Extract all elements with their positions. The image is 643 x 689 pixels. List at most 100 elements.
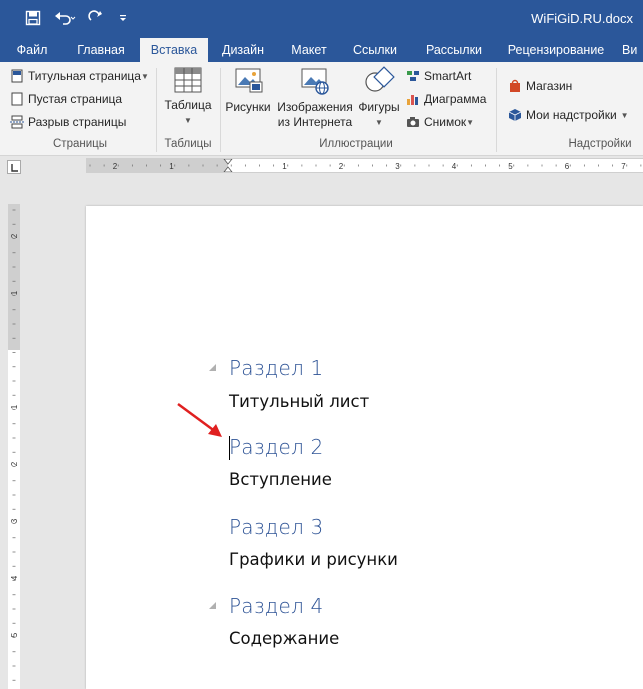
ruler-number: 2 <box>10 233 19 238</box>
shapes-icon <box>365 66 395 92</box>
group-label-pages: Страницы <box>53 138 107 150</box>
document-page[interactable]: Раздел 1 Титульный лист Раздел 2 Вступле… <box>86 206 643 689</box>
page-break-label: Разрыв страницы <box>28 115 127 129</box>
ruler-number: 2 <box>339 162 344 171</box>
store-label: Магазин <box>526 79 573 93</box>
tab-stop-selector[interactable] <box>7 160 21 174</box>
smartart-icon <box>407 71 419 81</box>
blank-page-label: Пустая страница <box>28 92 123 106</box>
ruler-number: 4 <box>10 575 19 580</box>
store-button[interactable]: Магазин <box>508 76 572 96</box>
tab-home[interactable]: Главная <box>66 38 136 62</box>
ruler-number: 1 <box>10 404 19 409</box>
chart-icon <box>407 95 418 105</box>
ribbon: Титульная страница ▼ Пустая страница Раз… <box>0 62 643 156</box>
store-icon <box>510 79 520 92</box>
page-break-button[interactable]: Разрыв страницы <box>10 112 126 132</box>
group-separator <box>156 68 157 152</box>
group-label-illustrations: Иллюстрации <box>319 138 393 150</box>
group-label-tables: Таблицы <box>164 138 212 150</box>
section-text[interactable]: Титульный лист <box>229 392 369 411</box>
ruler-number: 3 <box>10 518 19 523</box>
document-title: WiFiGiD.RU.docx <box>531 11 633 26</box>
group-separator <box>220 68 221 152</box>
ruler-number: 2 <box>10 461 19 466</box>
ruler-number: 2 <box>113 162 118 171</box>
tab-references[interactable]: Ссылки <box>344 38 406 62</box>
section-heading[interactable]: Раздел 3 <box>229 515 323 539</box>
redo-icon[interactable] <box>85 7 107 29</box>
left-tab-icon <box>11 164 18 172</box>
blank-page-icon <box>11 92 23 106</box>
online-pictures-button[interactable]: Изображения из Интернета <box>276 66 354 130</box>
chevron-down-icon: ▼ <box>184 116 192 125</box>
chevron-down-icon: ▼ <box>620 110 629 120</box>
page-break-icon <box>10 115 24 129</box>
vertical-ruler[interactable]: 21123456 <box>8 204 20 689</box>
cover-page-label: Титульная страница <box>28 69 141 83</box>
chart-button[interactable]: Диаграмма <box>406 89 486 109</box>
screenshot-button[interactable]: Снимок ▼ <box>406 112 474 132</box>
tab-review[interactable]: Рецензирование <box>498 38 614 62</box>
ribbon-tabs: Файл Главная Вставка Дизайн Макет Ссылки… <box>0 38 643 62</box>
collapse-icon[interactable] <box>209 364 216 371</box>
chevron-down-icon: ▼ <box>466 117 475 127</box>
annotation-arrow-icon <box>177 402 222 437</box>
tab-file[interactable]: Файл <box>4 38 60 62</box>
group-separator <box>496 68 497 152</box>
ruler-number: 5 <box>10 632 19 637</box>
screenshot-icon <box>407 117 419 127</box>
section-heading[interactable]: Раздел 2 <box>229 435 323 459</box>
tab-mailings[interactable]: Рассылки <box>414 38 494 62</box>
save-icon[interactable] <box>22 7 44 29</box>
my-addins-button[interactable]: Мои надстройки ▼ <box>508 105 629 125</box>
ruler-number: 1 <box>10 290 19 295</box>
table-button[interactable]: Таблица ▼ <box>160 66 216 128</box>
online-pictures-label-line2: из Интернета <box>277 115 353 129</box>
shapes-label: Фигуры <box>358 100 400 114</box>
ruler-number: 3 <box>395 162 400 171</box>
ruler-number: 4 <box>452 162 457 171</box>
tab-view[interactable]: Ви <box>622 38 643 62</box>
undo-icon[interactable] <box>52 7 78 29</box>
ruler-ticks: 2 1 1 2 3 4 5 6 7 <box>89 159 642 172</box>
section-text[interactable]: Графики и рисунки <box>229 550 398 569</box>
pictures-button[interactable]: Рисунки <box>222 66 274 115</box>
collapse-icon[interactable] <box>209 602 216 609</box>
ruler-number: 1 <box>282 162 287 171</box>
online-pictures-icon <box>301 68 329 95</box>
indent-marker[interactable] <box>223 159 233 172</box>
smartart-label: SmartArt <box>424 69 472 83</box>
tab-design[interactable]: Дизайн <box>214 38 272 62</box>
cover-page-icon <box>11 69 23 83</box>
ruler-number: 5 <box>508 162 513 171</box>
ruler-number: 7 <box>621 162 626 171</box>
customize-icon[interactable] <box>116 7 130 29</box>
my-addins-label: Мои надстройки <box>526 108 617 122</box>
pictures-label: Рисунки <box>225 100 271 114</box>
table-icon <box>174 67 202 93</box>
my-addins-icon <box>508 109 522 121</box>
title-bar: WiFiGiD.RU.docx <box>0 0 643 38</box>
vertical-ruler-ticks: 21123456 <box>10 209 19 681</box>
tab-layout[interactable]: Макет <box>280 38 338 62</box>
blank-page-button[interactable]: Пустая страница <box>10 89 122 109</box>
chevron-down-icon: ▼ <box>140 71 149 81</box>
section-heading[interactable]: Раздел 4 <box>229 594 323 618</box>
cover-page-button[interactable]: Титульная страница ▼ <box>10 66 149 86</box>
section-text[interactable]: Вступление <box>229 470 332 489</box>
section-heading[interactable]: Раздел 1 <box>229 356 323 380</box>
group-label-addins: Надстройки <box>568 138 632 150</box>
smartart-button[interactable]: SmartArt <box>406 66 471 86</box>
tab-insert[interactable]: Вставка <box>140 38 208 62</box>
chevron-down-icon: ▼ <box>375 118 383 127</box>
ruler-number: 6 <box>565 162 570 171</box>
screenshot-label: Снимок <box>424 115 467 129</box>
section-text[interactable]: Содержание <box>229 629 339 648</box>
shapes-button[interactable]: Фигуры ▼ <box>354 66 404 130</box>
pictures-icon <box>235 68 263 93</box>
ruler-number: 1 <box>169 162 174 171</box>
horizontal-ruler[interactable]: 2 1 1 2 3 4 5 6 7 <box>86 158 643 173</box>
online-pictures-label-line1: Изображения <box>277 100 353 114</box>
chart-label: Диаграмма <box>424 92 487 106</box>
